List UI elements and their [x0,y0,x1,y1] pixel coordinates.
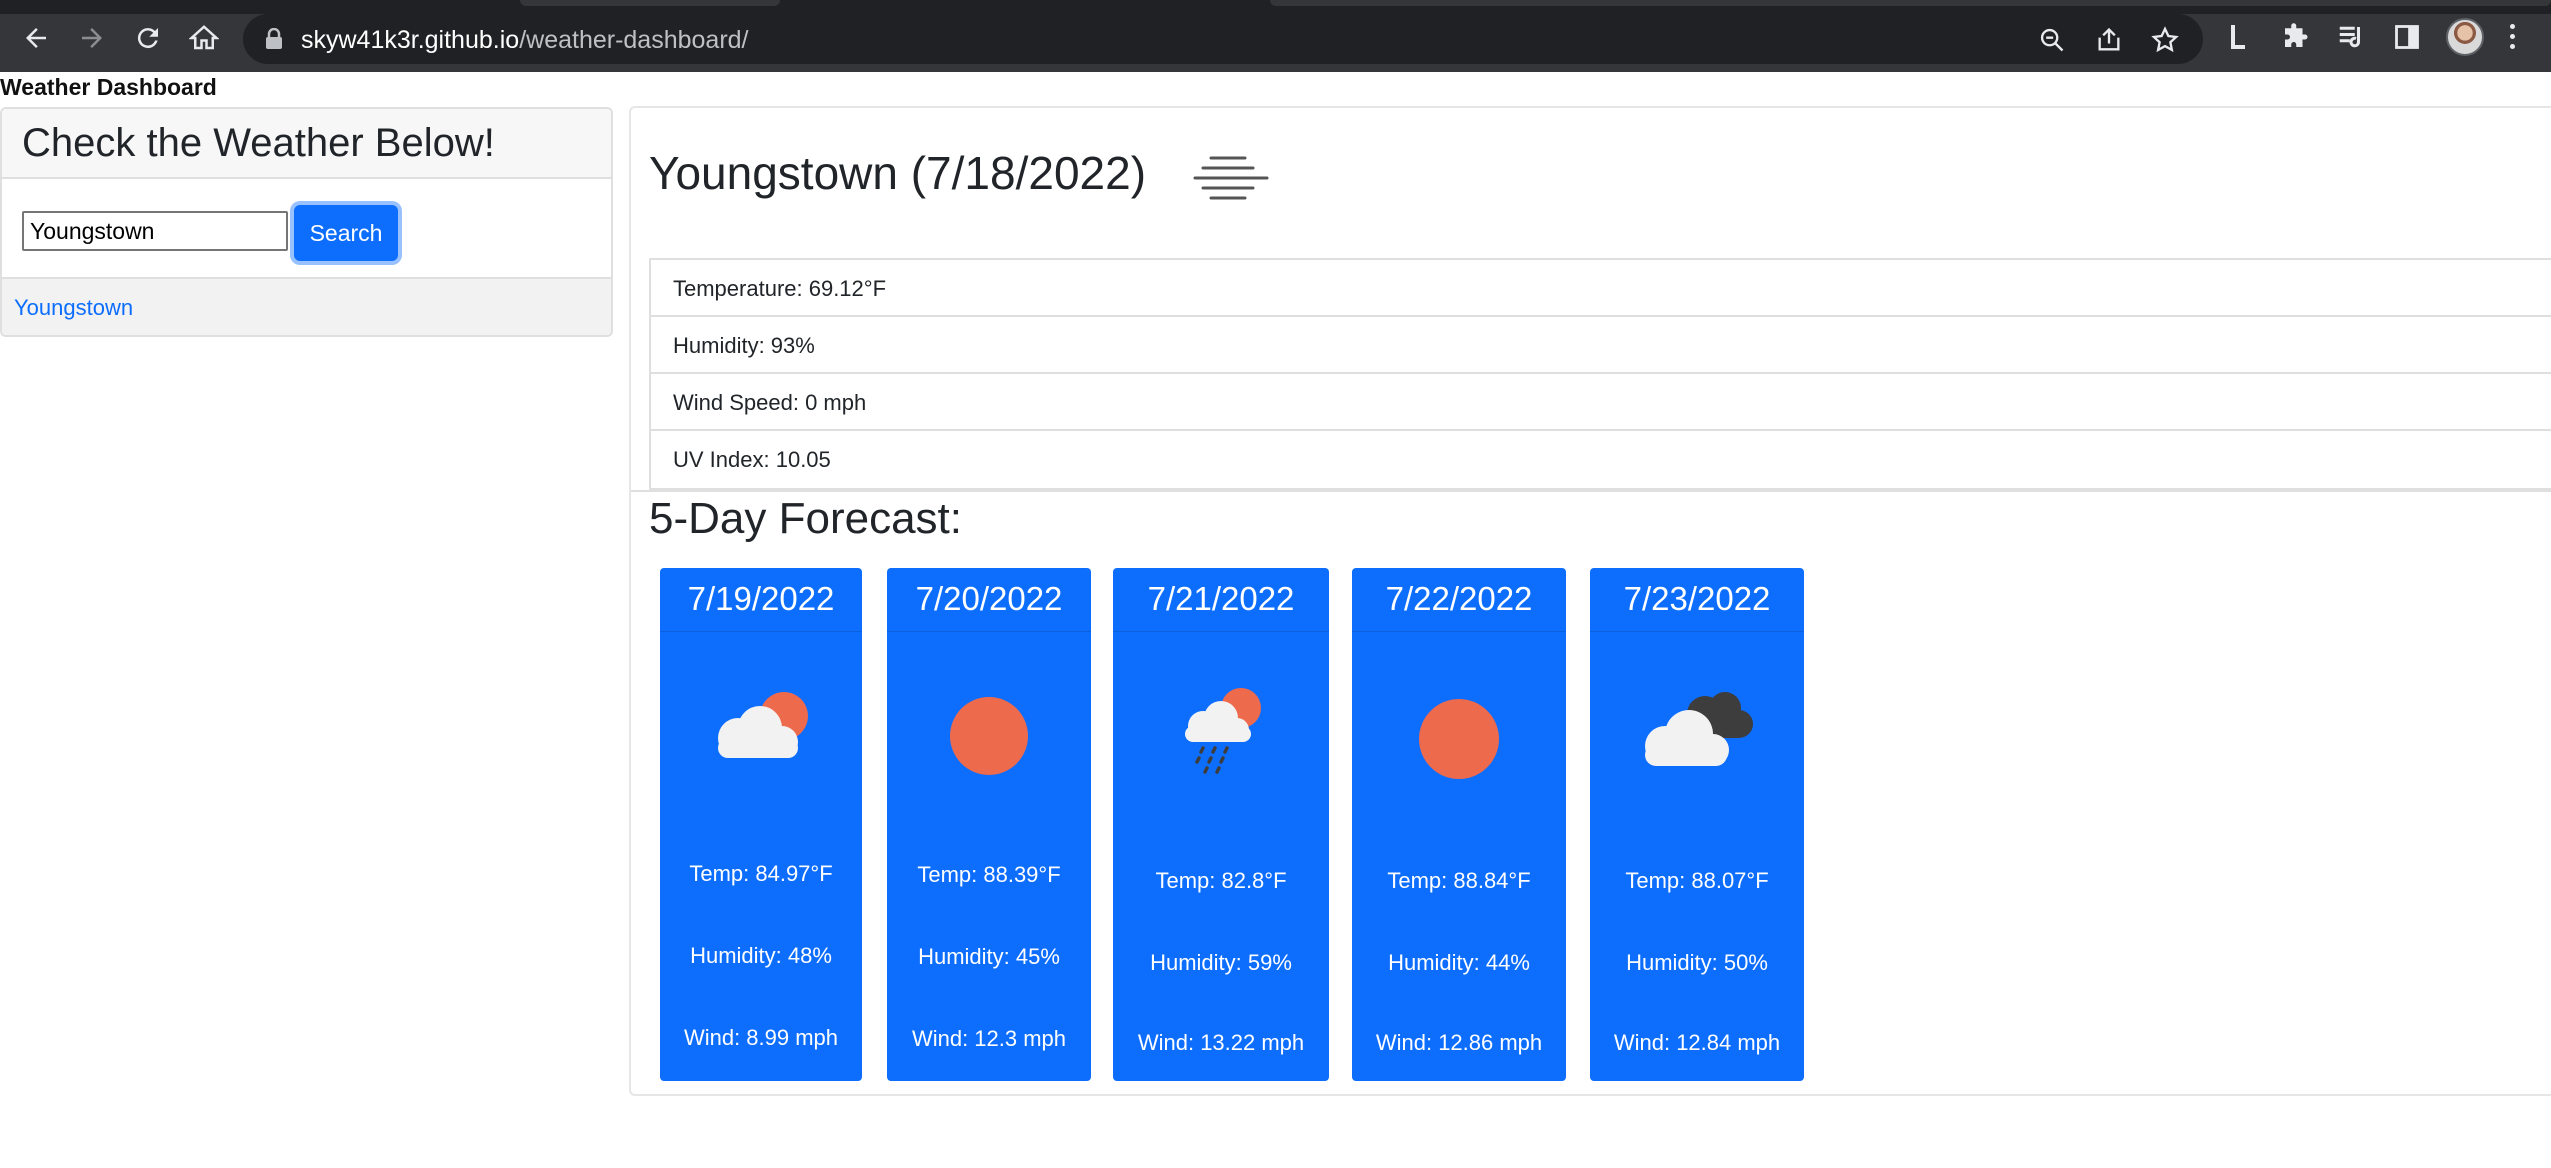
search-panel: Check the Weather Below! Search Youngsto… [0,107,613,337]
section-divider [631,490,2551,492]
history-item-youngstown[interactable]: Youngstown [2,277,611,335]
rain-sun-icon [1113,684,1329,785]
forecast-date: 7/21/2022 [1113,568,1329,632]
side-panel-icon[interactable] [2390,20,2424,54]
forecast-card: 7/19/2022 Temp: 84.97°F Humidity: 48% Wi… [660,568,862,1081]
search-button[interactable]: Search [294,205,398,261]
lock-icon [265,27,283,55]
current-city-title: Youngstown (7/18/2022) [649,147,1147,199]
forecast-humidity: Humidity: 45% [918,944,1060,969]
forecast-wind: Wind: 12.3 mph [911,1026,1067,1051]
broken-clouds-icon [1590,688,1804,777]
forecast-wind: Wind: 12.84 mph [1613,1030,1781,1055]
weather-results: Youngstown (7/18/2022) Temperature: 69.1… [629,106,2551,1096]
app-brand: Weather Dashboard [0,74,217,100]
forecast-temp: Temp: 82.8°F [1155,868,1287,893]
forecast-date: 7/23/2022 [1590,568,1804,632]
forecast-date: 7/22/2022 [1352,568,1566,632]
reload-icon[interactable] [130,20,166,56]
current-humidity: Humidity: 93% [651,317,2551,374]
tab-edge [1270,0,2551,6]
tab-edge [520,0,780,6]
sun-icon [1352,698,1566,785]
current-temperature: Temperature: 69.12°F [651,260,2551,317]
home-icon[interactable] [186,20,222,56]
current-wind-speed: Wind Speed: 0 mph [651,374,2551,431]
partly-cloudy-icon [660,688,862,769]
city-search-input[interactable] [22,211,288,251]
zoom-icon[interactable] [2038,26,2066,54]
forecast-heading: 5-Day Forecast: [649,494,962,543]
media-queue-icon[interactable] [2334,20,2368,54]
address-bar[interactable]: skyw41k3r.github.io/weather-dashboard/ [243,14,2203,64]
forecast-humidity: Humidity: 48% [690,943,832,968]
extensions-puzzle-icon[interactable] [2278,20,2312,54]
bookmark-star-icon[interactable] [2151,26,2179,54]
url-text: skyw41k3r.github.io/weather-dashboard/ [301,26,749,54]
forecast-temp: Temp: 88.07°F [1625,868,1769,893]
forecast-wind: Wind: 12.86 mph [1375,1030,1543,1055]
current-uv-index: UV Index: 10.05 [673,447,831,472]
forecast-temp: Temp: 88.39°F [917,862,1061,887]
back-icon[interactable] [18,20,54,56]
current-stats-list: Temperature: 69.12°F Humidity: 93% Wind … [649,258,2551,490]
browser-toolbar: skyw41k3r.github.io/weather-dashboard/ [0,0,2551,72]
forecast-temp: Temp: 84.97°F [689,861,833,886]
share-icon[interactable] [2095,26,2123,54]
forecast-card: 7/23/2022 Temp: 88.07°F Humidity: 50% Wi… [1590,568,1804,1081]
forecast-card: 7/21/2022 Temp: 82.8°F Humidity: 59% Win… [1113,568,1329,1081]
forecast-card: 7/22/2022 Temp: 88.84°F Humidity: 44% Wi… [1352,568,1566,1081]
menu-kebab-icon[interactable] [2508,22,2516,52]
forecast-card: 7/20/2022 Temp: 88.39°F Humidity: 45% Wi… [887,568,1091,1081]
forecast-wind: Wind: 13.22 mph [1137,1030,1305,1055]
forward-icon[interactable] [74,20,110,56]
forecast-humidity: Humidity: 44% [1388,950,1530,975]
forecast-wind: Wind: 8.99 mph [683,1025,839,1050]
profile-avatar[interactable] [2446,18,2484,56]
extension-l-icon[interactable] [2222,20,2256,54]
forecast-date: 7/19/2022 [660,568,862,632]
forecast-humidity: Humidity: 59% [1150,950,1292,975]
forecast-temp: Temp: 88.84°F [1387,868,1531,893]
search-heading: Check the Weather Below! [2,109,611,179]
sun-icon [887,696,1091,781]
forecast-humidity: Humidity: 50% [1626,950,1768,975]
mist-icon [1191,152,1271,217]
forecast-date: 7/20/2022 [887,568,1091,632]
